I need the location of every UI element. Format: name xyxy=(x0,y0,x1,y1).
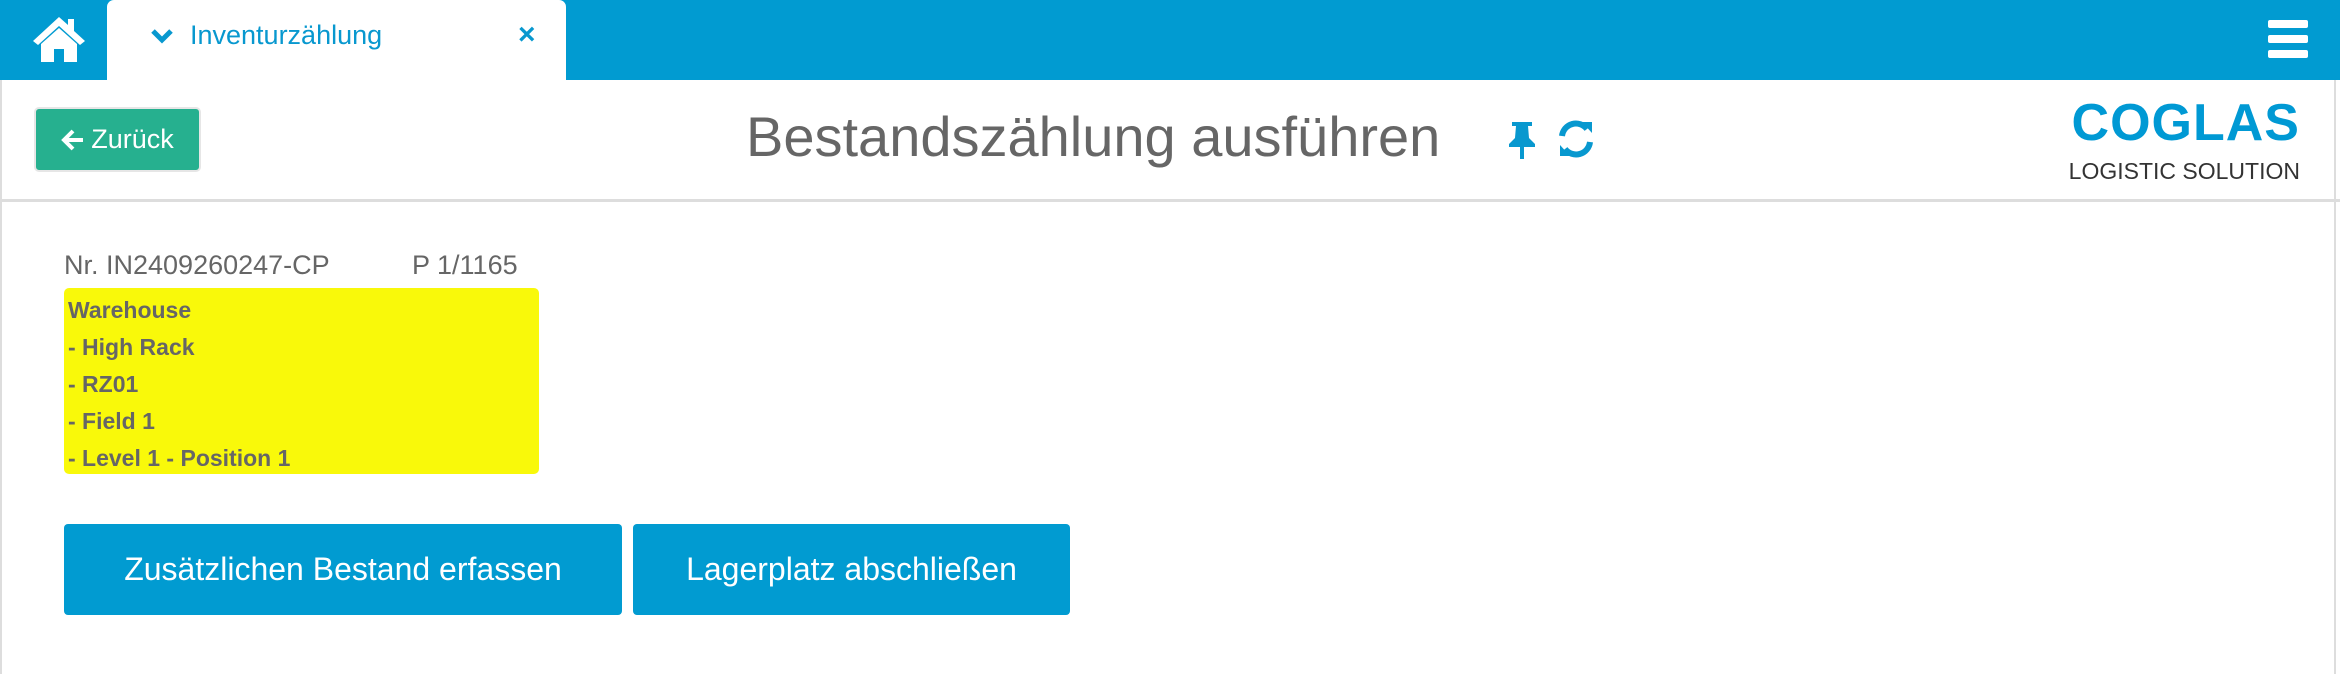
position-counter: P 1/1165 xyxy=(412,250,518,280)
location-line: - RZ01 xyxy=(68,371,139,397)
hamburger-icon[interactable] xyxy=(2268,20,2308,58)
location-line: - Level 1 - Position 1 xyxy=(68,445,291,471)
count-number: Nr. IN2409260247-CP xyxy=(64,250,330,280)
location-line: Warehouse xyxy=(68,297,192,323)
tab-label: Inventurzählung xyxy=(190,20,383,50)
logo-tagline: LOGISTIC SOLUTION xyxy=(2068,158,2300,184)
logo-name: COGLAS xyxy=(2071,94,2300,152)
home-icon[interactable] xyxy=(30,14,88,64)
top-bar: Inventurzählung × xyxy=(0,0,2340,80)
coglas-logo: COGLAS LOGISTIC SOLUTION xyxy=(2060,96,2300,184)
back-label: Zurück xyxy=(91,124,174,154)
thumbtack-icon[interactable] xyxy=(1507,120,1537,160)
location-line: - Field 1 xyxy=(68,408,155,434)
chevron-down-icon[interactable] xyxy=(151,28,173,44)
add-stock-button[interactable]: Zusätzlichen Bestand erfassen xyxy=(64,524,622,615)
location-box: Warehouse - High Rack - RZ01 - Field 1 -… xyxy=(64,288,539,474)
close-tab-icon[interactable]: × xyxy=(518,18,536,52)
location-line: - High Rack xyxy=(68,334,195,360)
refresh-icon[interactable] xyxy=(1556,118,1596,160)
arrow-left-icon xyxy=(61,129,84,150)
header-divider xyxy=(0,199,2340,202)
tab-inventurzaehlung[interactable]: Inventurzählung × xyxy=(107,0,566,80)
back-button[interactable]: Zurück xyxy=(34,107,201,172)
close-location-button[interactable]: Lagerplatz abschließen xyxy=(633,524,1070,615)
page-title: Bestandszählung ausführen xyxy=(746,105,1441,168)
